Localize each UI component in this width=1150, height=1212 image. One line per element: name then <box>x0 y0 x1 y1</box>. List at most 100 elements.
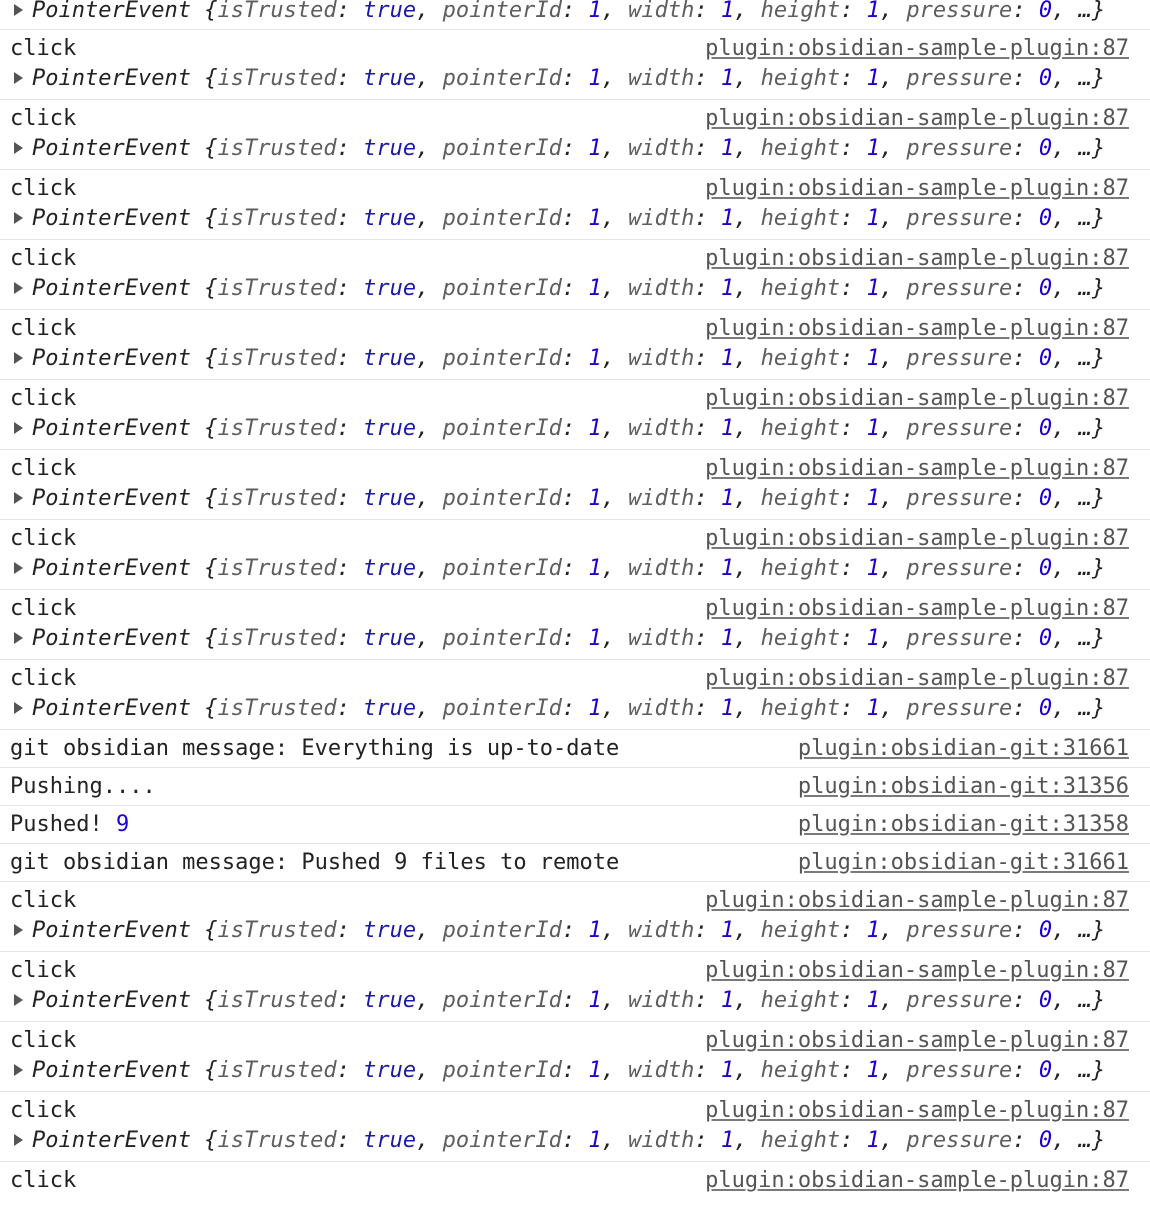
source-link[interactable]: plugin:obsidian-sample-plugin:87 <box>705 666 1129 692</box>
source-link[interactable]: plugin:obsidian-sample-plugin:87 <box>705 888 1129 914</box>
object-prop-key: isTrusted <box>217 416 337 441</box>
object-prop-value: 1 <box>720 416 735 441</box>
triangle-right-icon[interactable] <box>14 142 23 154</box>
log-header: click plugin:obsidian-sample-plugin:87 <box>10 958 1129 984</box>
source-link[interactable]: plugin:obsidian-git:31358 <box>798 812 1129 838</box>
object-prop-value: 1 <box>588 696 602 721</box>
object-colon: : <box>694 136 721 161</box>
object-preview: PointerEvent {isTrusted: true, pointerId… <box>32 556 1105 581</box>
object-prop-key: height <box>760 0 841 23</box>
object-brace: } <box>1091 0 1106 23</box>
object-prop-key: height <box>760 416 841 441</box>
object-preview-toggle[interactable]: PointerEvent {isTrusted: true, pointerId… <box>10 416 1105 442</box>
object-preview-toggle[interactable]: PointerEvent {isTrusted: true, pointerId… <box>10 988 1105 1014</box>
source-link[interactable]: plugin:obsidian-git:31661 <box>798 850 1129 876</box>
object-brace: { <box>190 0 218 23</box>
devtools-console-log: PointerEvent {isTrusted: true, pointerId… <box>0 0 1150 1212</box>
object-comma: , <box>416 1128 443 1153</box>
object-prop-value: 0 <box>1038 66 1053 91</box>
object-comma: , <box>416 988 443 1013</box>
source-link[interactable]: plugin:obsidian-sample-plugin:87 <box>705 596 1129 622</box>
object-colon: : <box>840 276 867 301</box>
object-colon: : <box>694 416 721 441</box>
object-prop-key: width <box>628 1128 695 1153</box>
triangle-right-icon[interactable] <box>14 352 23 364</box>
object-brace: } <box>1091 556 1106 581</box>
object-preview-toggle[interactable]: PointerEvent {isTrusted: true, pointerId… <box>10 206 1105 232</box>
object-comma: , <box>879 1128 907 1153</box>
object-prop-key: width <box>628 1058 695 1083</box>
triangle-right-icon[interactable] <box>14 492 23 504</box>
object-preview-toggle[interactable]: PointerEvent {isTrusted: true, pointerId… <box>10 918 1105 944</box>
object-prop-key: isTrusted <box>217 136 337 161</box>
object-prop-value: 1 <box>720 206 735 231</box>
triangle-right-icon[interactable] <box>14 72 23 84</box>
object-comma: , <box>879 918 907 943</box>
object-preview-toggle[interactable]: PointerEvent {isTrusted: true, pointerId… <box>10 346 1105 372</box>
source-link[interactable]: plugin:obsidian-sample-plugin:87 <box>705 246 1129 272</box>
object-prop-key: pointerId <box>442 416 562 441</box>
triangle-right-icon[interactable] <box>14 4 23 16</box>
source-link[interactable]: plugin:obsidian-git:31661 <box>798 736 1129 762</box>
source-link[interactable]: plugin:obsidian-sample-plugin:87 <box>705 456 1129 482</box>
object-colon: : <box>336 918 364 943</box>
source-link[interactable]: plugin:obsidian-sample-plugin:87 <box>705 316 1129 342</box>
object-preview: PointerEvent {isTrusted: true, pointerId… <box>32 66 1105 91</box>
triangle-right-icon[interactable] <box>14 632 23 644</box>
object-preview-toggle[interactable]: PointerEvent {isTrusted: true, pointerId… <box>10 136 1105 162</box>
object-preview-toggle[interactable]: PointerEvent {isTrusted: true, pointerId… <box>10 66 1105 92</box>
console-entry: click plugin:obsidian-sample-plugin:87 Poi… <box>0 590 1150 660</box>
object-ellipsis: … <box>1078 276 1092 301</box>
object-colon: : <box>561 206 589 231</box>
triangle-right-icon[interactable] <box>14 422 23 434</box>
object-preview-toggle[interactable]: PointerEvent {isTrusted: true, pointerId… <box>10 1128 1105 1154</box>
object-preview-toggle[interactable]: PointerEvent {isTrusted: true, pointerId… <box>10 556 1105 582</box>
log-header: click plugin:obsidian-sample-plugin:87 <box>10 526 1129 552</box>
source-link[interactable]: plugin:obsidian-sample-plugin:87 <box>705 36 1129 62</box>
console-entry: click plugin:obsidian-sample-plugin:87 <box>0 1162 1150 1200</box>
object-prop-key: pointerId <box>442 1128 562 1153</box>
triangle-right-icon[interactable] <box>14 562 23 574</box>
object-brace: { <box>190 988 218 1013</box>
source-link[interactable]: plugin:obsidian-sample-plugin:87 <box>705 176 1129 202</box>
object-comma: , <box>416 626 443 651</box>
log-message: click <box>10 386 77 411</box>
triangle-right-icon[interactable] <box>14 924 23 936</box>
object-prop-key: width <box>628 346 695 371</box>
source-link[interactable]: plugin:obsidian-sample-plugin:87 <box>705 386 1129 412</box>
triangle-right-icon[interactable] <box>14 282 23 294</box>
source-link[interactable]: plugin:obsidian-sample-plugin:87 <box>705 526 1129 552</box>
source-link[interactable]: plugin:obsidian-sample-plugin:87 <box>705 1168 1129 1194</box>
object-preview-toggle[interactable]: PointerEvent {isTrusted: true, pointerId… <box>10 696 1105 722</box>
object-prop-value: true <box>363 1058 417 1083</box>
triangle-right-icon[interactable] <box>14 1134 23 1146</box>
triangle-right-icon[interactable] <box>14 212 23 224</box>
object-preview-toggle[interactable]: PointerEvent {isTrusted: true, pointerId… <box>10 486 1105 512</box>
object-brace: { <box>190 696 218 721</box>
object-comma: , <box>601 988 629 1013</box>
triangle-right-icon[interactable] <box>14 702 23 714</box>
object-preview-toggle[interactable]: PointerEvent {isTrusted: true, pointerId… <box>10 1058 1105 1084</box>
source-link[interactable]: plugin:obsidian-sample-plugin:87 <box>705 1028 1129 1054</box>
object-prop-key: pressure <box>906 276 1013 301</box>
source-link[interactable]: plugin:obsidian-git:31356 <box>798 774 1129 800</box>
triangle-right-icon[interactable] <box>14 1064 23 1076</box>
object-comma: , <box>1052 276 1079 301</box>
object-comma: , <box>879 486 907 511</box>
object-comma: , <box>879 556 907 581</box>
object-prop-key: pressure <box>906 988 1013 1013</box>
object-prop-value: 1 <box>720 0 735 23</box>
triangle-right-icon[interactable] <box>14 994 23 1006</box>
source-link[interactable]: plugin:obsidian-sample-plugin:87 <box>705 106 1129 132</box>
object-colon: : <box>336 696 364 721</box>
source-link[interactable]: plugin:obsidian-sample-plugin:87 <box>705 1098 1129 1124</box>
source-link[interactable]: plugin:obsidian-sample-plugin:87 <box>705 958 1129 984</box>
object-preview-toggle[interactable]: PointerEvent {isTrusted: true, pointerId… <box>10 276 1105 302</box>
object-colon: : <box>336 0 364 23</box>
object-preview-toggle[interactable]: PointerEvent {isTrusted: true, pointerId… <box>10 626 1105 652</box>
object-preview-toggle[interactable]: PointerEvent {isTrusted: true, pointerId… <box>10 0 1105 24</box>
console-entry: click plugin:obsidian-sample-plugin:87 Poi… <box>0 1022 1150 1092</box>
object-colon: : <box>1012 918 1039 943</box>
object-prop-key: width <box>628 0 695 23</box>
object-prop-key: pointerId <box>442 556 562 581</box>
